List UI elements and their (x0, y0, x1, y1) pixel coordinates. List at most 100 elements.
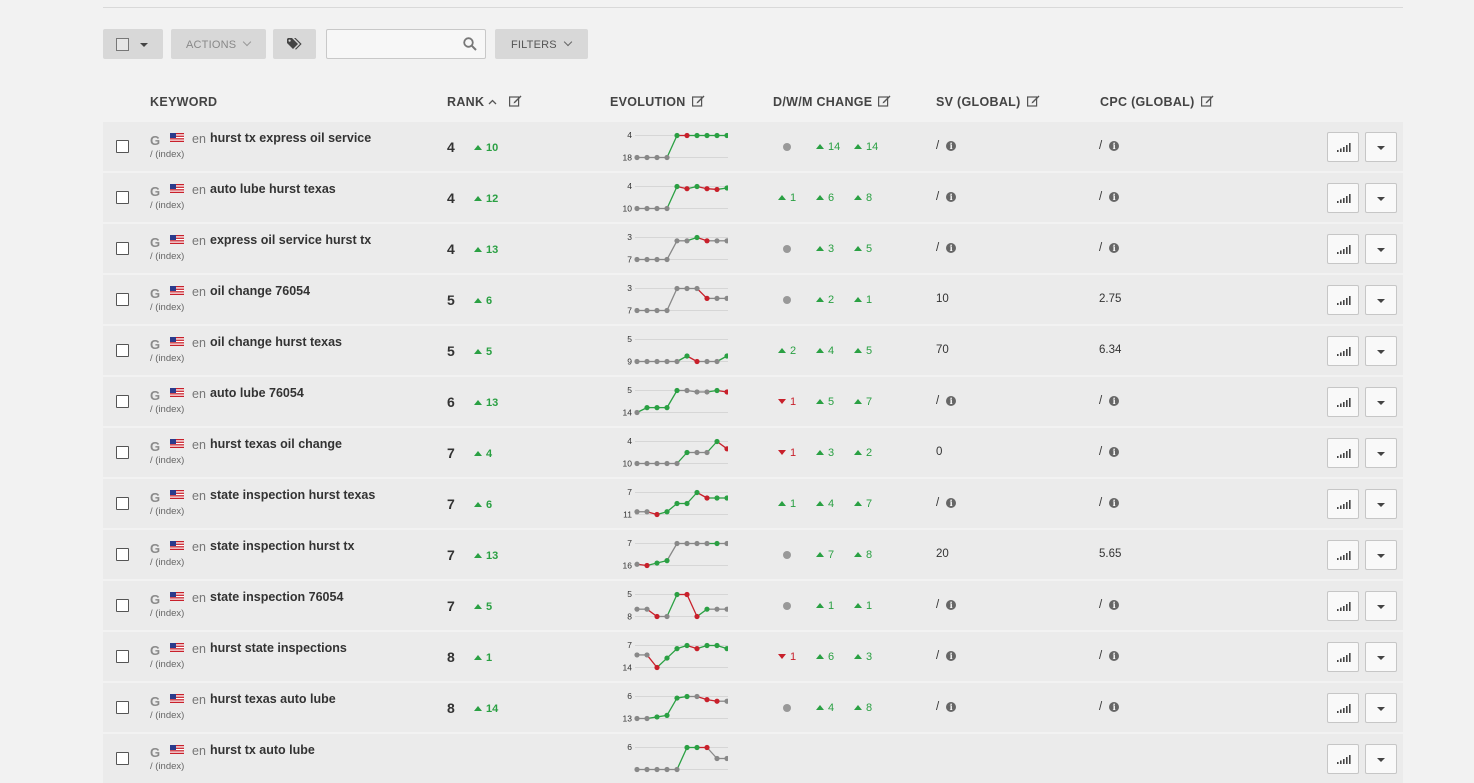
info-icon[interactable]: i (946, 702, 957, 712)
edit-icon[interactable] (1026, 95, 1040, 107)
evolution-sparkline[interactable]: 4 10 (616, 179, 728, 215)
keyword-text[interactable]: hurst tx express oil service (210, 131, 371, 145)
keyword-text[interactable]: state inspection hurst tx (210, 539, 354, 553)
row-options-dropdown[interactable] (1365, 438, 1397, 468)
keyword-text[interactable]: auto lube 76054 (210, 386, 304, 400)
select-all-dropdown[interactable] (103, 29, 163, 59)
info-icon[interactable]: i (946, 600, 957, 610)
tags-button[interactable] (273, 29, 316, 59)
evolution-sparkline[interactable]: 37 (616, 281, 728, 317)
info-icon[interactable]: i (1109, 498, 1120, 508)
info-icon[interactable]: i (1109, 141, 1120, 151)
info-icon[interactable]: i (946, 243, 957, 253)
keyword-text[interactable]: oil change 76054 (210, 284, 310, 298)
search-input[interactable] (333, 35, 457, 55)
rank-chart-button[interactable] (1327, 489, 1359, 519)
rank-chart-button[interactable] (1327, 183, 1359, 213)
row-options-dropdown[interactable] (1365, 285, 1397, 315)
row-checkbox[interactable] (116, 344, 129, 357)
rank-chart-button[interactable] (1327, 234, 1359, 264)
rank-chart-button[interactable] (1327, 591, 1359, 621)
evolution-sparkline[interactable]: 4 10 (616, 434, 728, 470)
row-options-dropdown[interactable] (1365, 744, 1397, 774)
column-header-rank[interactable]: RANK (447, 95, 522, 109)
rank-chart-button[interactable] (1327, 642, 1359, 672)
info-icon[interactable]: i (946, 141, 957, 151)
info-icon[interactable]: i (946, 192, 957, 202)
evolution-sparkline[interactable]: 4 18 (616, 128, 728, 164)
info-icon[interactable]: i (1109, 192, 1120, 202)
info-icon[interactable]: i (1109, 447, 1120, 457)
info-icon[interactable]: i (946, 396, 957, 406)
rank-chart-button[interactable] (1327, 693, 1359, 723)
rank-chart-button[interactable] (1327, 336, 1359, 366)
rank-chart-button[interactable] (1327, 744, 1359, 774)
info-icon[interactable]: i (1109, 651, 1120, 661)
evolution-sparkline[interactable]: 6 (616, 740, 728, 776)
evolution-sparkline[interactable]: 37 (616, 230, 728, 266)
evolution-sparkline[interactable]: 59 (616, 332, 728, 368)
rank-chart-button[interactable] (1327, 387, 1359, 417)
rank-chart-button[interactable] (1327, 285, 1359, 315)
row-checkbox[interactable] (116, 446, 129, 459)
row-checkbox[interactable] (116, 599, 129, 612)
keyword-text[interactable]: express oil service hurst tx (210, 233, 371, 247)
keyword-text[interactable]: hurst texas auto lube (210, 692, 336, 706)
filters-button[interactable]: FILTERS (495, 29, 588, 59)
select-all-checkbox[interactable] (116, 38, 129, 51)
keyword-text[interactable]: hurst state inspections (210, 641, 347, 655)
row-checkbox[interactable] (116, 242, 129, 255)
evolution-sparkline[interactable]: 6 13 (616, 689, 728, 725)
edit-icon[interactable] (691, 95, 705, 107)
row-checkbox[interactable] (116, 191, 129, 204)
row-options-dropdown[interactable] (1365, 540, 1397, 570)
row-options-dropdown[interactable] (1365, 336, 1397, 366)
row-options-dropdown[interactable] (1365, 183, 1397, 213)
row-checkbox[interactable] (116, 701, 129, 714)
keyword-text[interactable]: state inspection 76054 (210, 590, 343, 604)
info-icon[interactable]: i (1109, 702, 1120, 712)
keyword-text[interactable]: state inspection hurst texas (210, 488, 375, 502)
row-options-dropdown[interactable] (1365, 387, 1397, 417)
column-header-keyword[interactable]: KEYWORD (150, 95, 217, 109)
row-options-dropdown[interactable] (1365, 234, 1397, 264)
row-options-dropdown[interactable] (1365, 693, 1397, 723)
row-checkbox[interactable] (116, 548, 129, 561)
info-icon[interactable]: i (1109, 600, 1120, 610)
evolution-sparkline[interactable]: 5 14 (616, 383, 728, 419)
rank-chart-button[interactable] (1327, 438, 1359, 468)
keyword-text[interactable]: hurst texas oil change (210, 437, 342, 451)
row-checkbox[interactable] (116, 497, 129, 510)
info-icon[interactable]: i (946, 651, 957, 661)
evolution-sparkline[interactable]: 7 11 (616, 485, 728, 521)
column-header-sv[interactable]: SV (GLOBAL) (936, 95, 1040, 109)
row-options-dropdown[interactable] (1365, 132, 1397, 162)
row-checkbox[interactable] (116, 650, 129, 663)
rank-chart-button[interactable] (1327, 540, 1359, 570)
info-icon[interactable]: i (946, 498, 957, 508)
row-options-dropdown[interactable] (1365, 642, 1397, 672)
row-options-dropdown[interactable] (1365, 489, 1397, 519)
edit-icon[interactable] (878, 95, 891, 107)
keyword-text[interactable]: auto lube hurst texas (210, 182, 336, 196)
column-header-cpc[interactable]: CPC (GLOBAL) (1100, 95, 1214, 109)
evolution-sparkline[interactable]: 7 14 (616, 638, 728, 674)
row-checkbox[interactable] (116, 140, 129, 153)
keyword-text[interactable]: hurst tx auto lube (210, 743, 315, 757)
row-checkbox[interactable] (116, 752, 129, 765)
column-header-evolution[interactable]: EVOLUTION (610, 95, 705, 109)
evolution-sparkline[interactable]: 7 16 (616, 536, 728, 572)
column-header-change[interactable]: D/W/M CHANGE (773, 95, 891, 109)
search-icon[interactable] (463, 37, 477, 51)
info-icon[interactable]: i (1109, 243, 1120, 253)
edit-icon[interactable] (1200, 95, 1214, 107)
row-checkbox[interactable] (116, 395, 129, 408)
row-checkbox[interactable] (116, 293, 129, 306)
row-options-dropdown[interactable] (1365, 591, 1397, 621)
info-icon[interactable]: i (1109, 396, 1120, 406)
evolution-sparkline[interactable]: 58 (616, 587, 728, 623)
keyword-text[interactable]: oil change hurst texas (210, 335, 342, 349)
actions-button[interactable]: ACTIONS (171, 29, 266, 59)
rank-chart-button[interactable] (1327, 132, 1359, 162)
edit-icon[interactable] (509, 95, 522, 107)
